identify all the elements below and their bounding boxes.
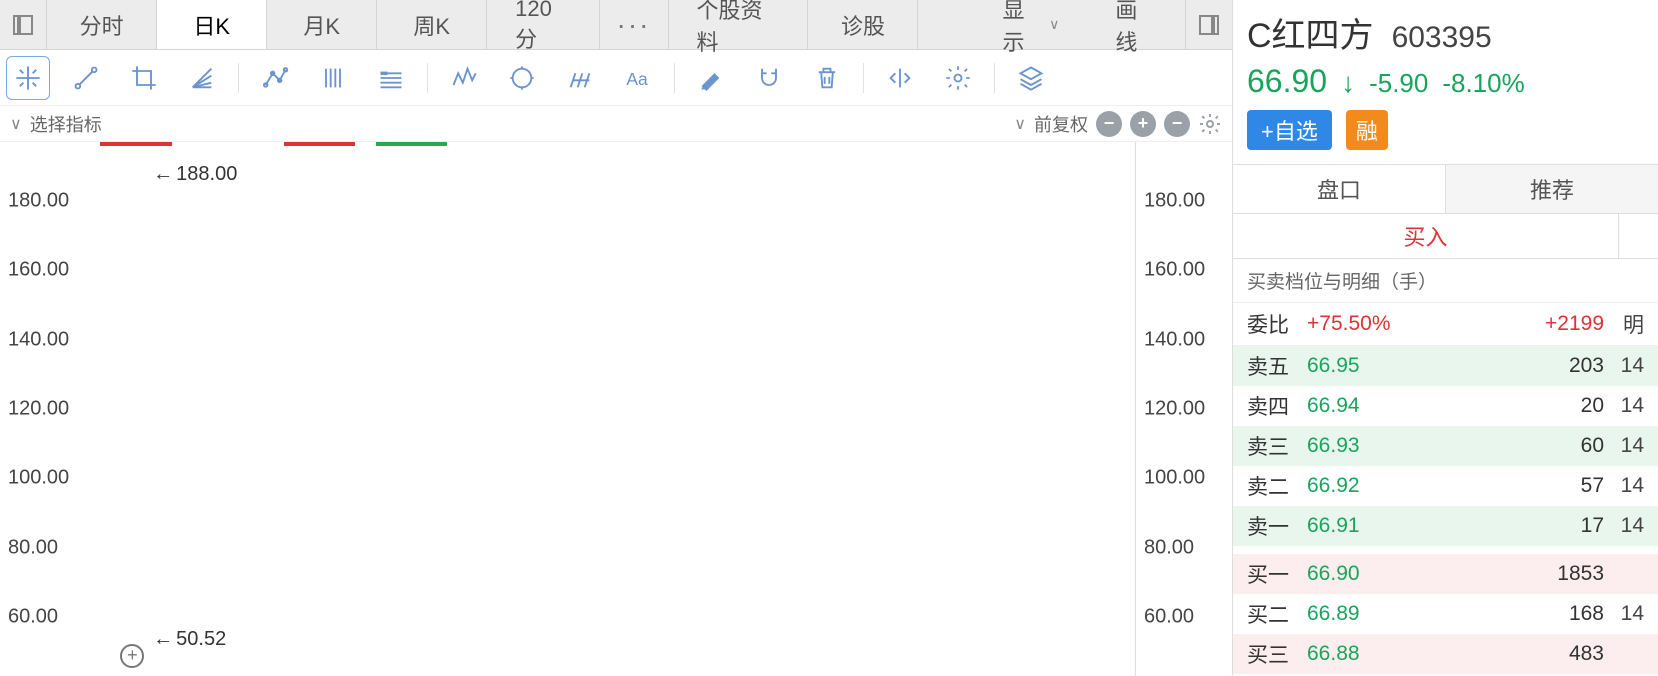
weibi-row: 委比 +75.50% +2199 明 (1233, 302, 1658, 346)
tab-recommend[interactable]: 推荐 (1446, 165, 1658, 213)
trendline-tool[interactable] (64, 56, 108, 100)
parallel-lines-tool[interactable] (311, 56, 355, 100)
bid-row-2[interactable]: 买二66.8916814 (1233, 594, 1658, 634)
zoom-in-button[interactable]: + (1130, 111, 1156, 137)
stock-price: 66.90 (1247, 63, 1327, 100)
tab-day-k[interactable]: 日K (157, 0, 267, 49)
buy-button[interactable]: 买入 (1233, 214, 1618, 258)
zigzag-tool[interactable] (442, 56, 486, 100)
left-panel-toggle[interactable] (0, 0, 47, 49)
chevron-down-icon: ∨ (10, 114, 22, 134)
annot-low: ←50.52 (153, 628, 226, 651)
tab-pankou[interactable]: 盘口 (1233, 165, 1446, 213)
ask-row-1[interactable]: 卖一66.911714 (1233, 506, 1658, 546)
drawing-toolbar: Aa (0, 50, 1232, 106)
margin-badge[interactable]: 融 (1346, 110, 1388, 150)
settings-tool[interactable] (936, 56, 980, 100)
magnet-tool[interactable] (747, 56, 791, 100)
panel-right-icon (1199, 15, 1219, 35)
draw-menu[interactable]: 画线 (1087, 0, 1184, 49)
ask-row-4[interactable]: 卖四66.942014 (1233, 386, 1658, 426)
timeframe-tabbar: 分时 日K 月K 周K 120分 ··· 个股资料 诊股 显示 ∨ 画线 (0, 0, 1232, 50)
svg-text:Aa: Aa (626, 69, 648, 89)
orderbook-header: 买卖档位与明细（手） (1233, 259, 1658, 302)
adjustment-mode[interactable]: 前复权 (1034, 111, 1088, 137)
candles-area: ←188.00 ←50.52 + (100, 142, 1122, 676)
ask-row-2[interactable]: 卖二66.925714 (1233, 466, 1658, 506)
ask-row-3[interactable]: 卖三66.936014 (1233, 426, 1658, 466)
minus-button[interactable]: − (1164, 111, 1190, 137)
tab-120min[interactable]: 120分 (487, 0, 599, 49)
panel-left-icon (13, 15, 33, 35)
hline-tool[interactable] (369, 56, 413, 100)
select-indicator[interactable]: 选择指标 (30, 111, 102, 137)
delete-tool[interactable] (805, 56, 849, 100)
layers-tool[interactable] (1009, 56, 1053, 100)
chevron-down-icon: ∨ (1014, 114, 1026, 134)
tab-time[interactable]: 分时 (47, 0, 157, 49)
gear-icon[interactable] (1198, 112, 1222, 136)
crosshair-marker-icon: + (120, 644, 144, 668)
down-arrow-icon: ↓ (1341, 67, 1355, 99)
text-tool[interactable]: Aa (616, 56, 660, 100)
stock-change-abs: -5.90 (1369, 68, 1428, 99)
stock-change-pct: -8.10% (1442, 68, 1524, 99)
display-menu[interactable]: 显示 ∨ (974, 0, 1087, 49)
indicator-bar: ∨ 选择指标 ∨ 前复权 − + − (0, 106, 1232, 142)
crosshair-tool[interactable] (6, 56, 50, 100)
tab-more[interactable]: ··· (600, 0, 669, 49)
y-axis-right: 180.00 160.00 140.00 120.00 100.00 80.00… (1144, 142, 1232, 676)
right-panel-toggle[interactable] (1185, 0, 1232, 49)
circle-tool[interactable] (500, 56, 544, 100)
brush-tool[interactable] (558, 56, 602, 100)
tab-diagnosis[interactable]: 诊股 (808, 0, 918, 49)
y-axis-left: 180.00 160.00 140.00 120.00 100.00 80.00… (8, 142, 88, 676)
zoom-out-button[interactable]: − (1096, 111, 1122, 137)
weibi-extra: 明 (1604, 309, 1644, 339)
ask-rows: 卖五66.9520314 卖四66.942014 卖三66.936014 卖二6… (1233, 346, 1658, 546)
bid-rows: 买一66.901853 买二66.8916814 买三66.88483 买四66… (1233, 554, 1658, 676)
marker-tool[interactable] (689, 56, 733, 100)
stock-code: 603395 (1392, 21, 1492, 55)
polyline-tool[interactable] (253, 56, 297, 100)
candlestick-chart[interactable]: 180.00 160.00 140.00 120.00 100.00 80.00… (0, 142, 1232, 676)
bid-row-3[interactable]: 买三66.88483 (1233, 634, 1658, 674)
add-favorite-button[interactable]: +自选 (1247, 110, 1332, 150)
fan-tool[interactable] (180, 56, 224, 100)
tab-month-k[interactable]: 月K (267, 0, 377, 49)
crop-tool[interactable] (122, 56, 166, 100)
weibi-pct: +75.50% (1307, 312, 1494, 336)
tab-week-k[interactable]: 周K (377, 0, 487, 49)
buy-row-extra[interactable] (1618, 214, 1658, 258)
expand-tool[interactable] (878, 56, 922, 100)
weibi-diff: +2199 (1494, 312, 1604, 336)
quote-panel: C红四方 603395 66.90 ↓ -5.90 -8.10% +自选 融 盘口… (1233, 0, 1658, 676)
ask-row-5[interactable]: 卖五66.9520314 (1233, 346, 1658, 386)
annot-high: ←188.00 (153, 163, 237, 186)
stock-name: C红四方 (1247, 8, 1374, 57)
tab-stock-info[interactable]: 个股资料 (669, 0, 809, 49)
bid-row-1[interactable]: 买一66.901853 (1233, 554, 1658, 594)
